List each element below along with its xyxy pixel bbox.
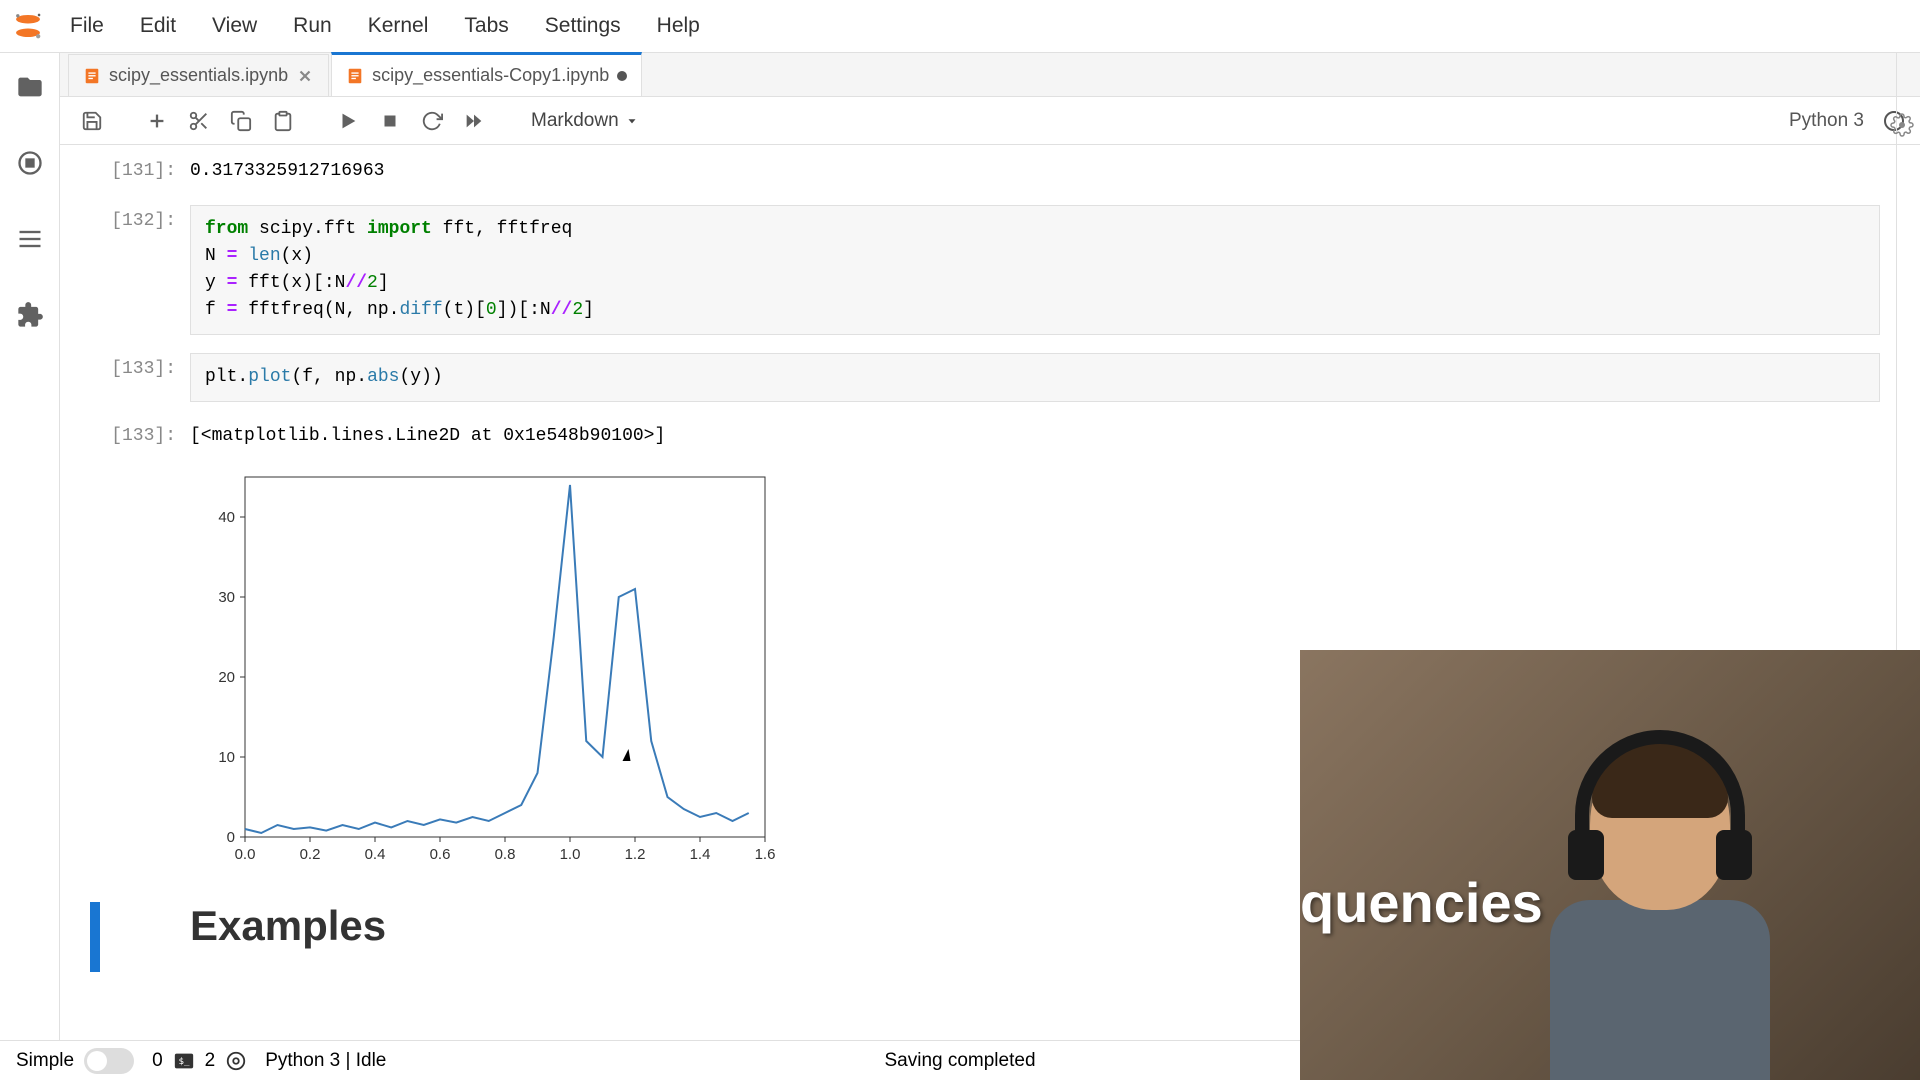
kernel-name[interactable]: Python 3 xyxy=(1789,110,1864,132)
output-prompt: [131]: xyxy=(90,155,190,187)
cell-active-marker xyxy=(90,902,100,972)
svg-text:40: 40 xyxy=(218,509,235,526)
menu-bar: File Edit View Run Kernel Tabs Settings … xyxy=(0,0,1920,53)
svg-text:10: 10 xyxy=(218,749,235,766)
running-icon[interactable] xyxy=(12,145,48,181)
svg-text:30: 30 xyxy=(218,589,235,606)
tab-bar: scipy_essentials.ipynb scipy_essentials-… xyxy=(60,53,1920,97)
cell-type-dropdown[interactable]: Markdown xyxy=(523,106,647,136)
notebook-toolbar: Markdown Python 3 xyxy=(60,97,1920,145)
svg-text:0: 0 xyxy=(227,829,235,846)
overlay-caption: quencies xyxy=(1300,870,1543,935)
stop-icon[interactable] xyxy=(374,105,406,137)
jupyter-logo xyxy=(10,8,46,44)
menu-items: File Edit View Run Kernel Tabs Settings … xyxy=(52,8,718,44)
copy-icon[interactable] xyxy=(225,105,257,137)
person-silhouette xyxy=(1520,700,1800,1080)
line-chart: 0 10 20 30 40 0.0 0.2 0.4 0.6 0.8 1.0 1.2 1.4 1.6 xyxy=(190,462,780,872)
output-text: [<matplotlib.lines.Line2D at 0x1e548b901… xyxy=(190,420,1880,452)
toc-icon[interactable] xyxy=(12,221,48,257)
svg-text:1.2: 1.2 xyxy=(625,846,646,863)
menu-help[interactable]: Help xyxy=(639,8,718,44)
kernel-status-text: Python 3 | Idle xyxy=(265,1050,386,1072)
tab-label: scipy_essentials-Copy1.ipynb xyxy=(372,65,609,86)
input-prompt: [132]: xyxy=(90,205,190,335)
svg-text:0.4: 0.4 xyxy=(365,846,386,863)
output-prompt: [133]: xyxy=(90,420,190,872)
svg-text:20: 20 xyxy=(218,669,235,686)
cell-type-label: Markdown xyxy=(531,110,619,132)
output-cell-131: [131]: 0.3173325912716963 xyxy=(90,155,1880,187)
status-count-1: 0 xyxy=(152,1050,163,1072)
menu-file[interactable]: File xyxy=(52,8,122,44)
code-cell-132[interactable]: [132]: from scipy.fft import fft, fftfre… xyxy=(90,205,1880,335)
run-icon[interactable] xyxy=(332,105,364,137)
add-cell-icon[interactable] xyxy=(141,105,173,137)
webcam-overlay: quencies xyxy=(1300,650,1920,1080)
terminal-icon[interactable]: $_ xyxy=(173,1050,195,1072)
paste-icon[interactable] xyxy=(267,105,299,137)
svg-text:1.0: 1.0 xyxy=(560,846,581,863)
dirty-indicator-icon xyxy=(617,71,627,81)
menu-run[interactable]: Run xyxy=(275,8,350,44)
notebook-icon xyxy=(83,67,101,85)
svg-text:1.4: 1.4 xyxy=(690,846,711,863)
simple-mode-toggle[interactable]: Simple xyxy=(16,1048,134,1074)
menu-tabs[interactable]: Tabs xyxy=(446,8,526,44)
code-cell-133[interactable]: [133]: plt.plot(f, np.abs(y)) xyxy=(90,353,1880,402)
run-all-icon[interactable] xyxy=(458,105,490,137)
cut-icon[interactable] xyxy=(183,105,215,137)
svg-text:1.6: 1.6 xyxy=(755,846,776,863)
menu-view[interactable]: View xyxy=(194,8,275,44)
status-count-2: 2 xyxy=(205,1050,216,1072)
menu-edit[interactable]: Edit xyxy=(122,8,194,44)
toggle-switch[interactable] xyxy=(84,1048,134,1074)
menu-settings[interactable]: Settings xyxy=(527,8,639,44)
file-browser-icon[interactable] xyxy=(12,69,48,105)
simple-label: Simple xyxy=(16,1050,74,1072)
menu-kernel[interactable]: Kernel xyxy=(350,8,447,44)
output-text: 0.3173325912716963 xyxy=(190,155,1880,187)
tab-scipy-essentials-copy1[interactable]: scipy_essentials-Copy1.ipynb xyxy=(331,52,642,96)
markdown-heading: Examples xyxy=(190,902,386,972)
notebook-icon xyxy=(346,67,364,85)
kernel-sessions-icon[interactable] xyxy=(225,1050,247,1072)
close-icon[interactable] xyxy=(296,67,314,85)
left-sidebar xyxy=(0,53,60,1040)
extension-icon[interactable] xyxy=(12,297,48,333)
svg-text:0.0: 0.0 xyxy=(235,846,256,863)
code-editor[interactable]: from scipy.fft import fft, fftfreqN = le… xyxy=(190,205,1880,335)
svg-text:0.2: 0.2 xyxy=(300,846,321,863)
save-status: Saving completed xyxy=(884,1050,1035,1072)
svg-text:0.8: 0.8 xyxy=(495,846,516,863)
chevron-down-icon xyxy=(625,114,639,128)
tab-label: scipy_essentials.ipynb xyxy=(109,65,288,86)
property-inspector-icon[interactable] xyxy=(1890,113,1914,140)
input-prompt: [133]: xyxy=(90,353,190,402)
restart-icon[interactable] xyxy=(416,105,448,137)
code-editor[interactable]: plt.plot(f, np.abs(y)) xyxy=(190,353,1880,402)
svg-text:0.6: 0.6 xyxy=(430,846,451,863)
save-icon[interactable] xyxy=(76,105,108,137)
tab-scipy-essentials[interactable]: scipy_essentials.ipynb xyxy=(68,54,329,96)
svg-text:$_: $_ xyxy=(178,1055,190,1066)
